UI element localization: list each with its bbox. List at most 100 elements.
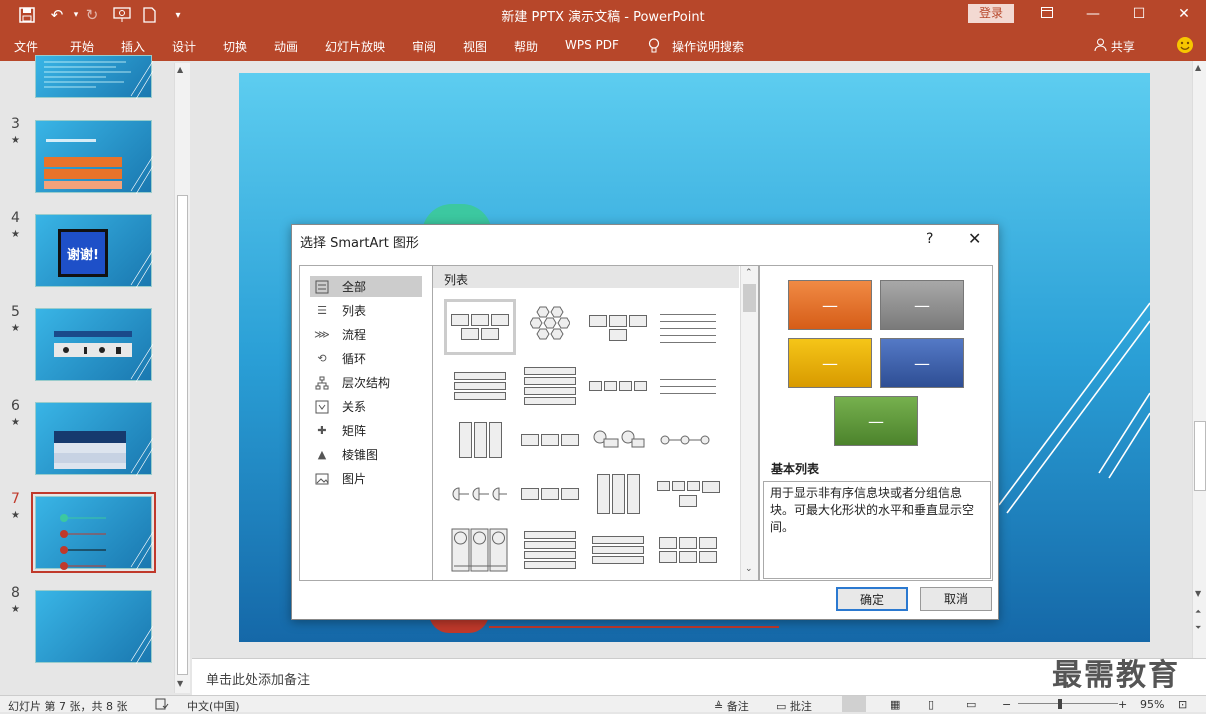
slide-number-3: 3 bbox=[11, 116, 20, 132]
zoom-level[interactable]: 95% bbox=[1140, 698, 1164, 711]
smiley-icon[interactable] bbox=[1176, 36, 1194, 57]
zoom-in-icon[interactable]: + bbox=[1118, 698, 1127, 711]
help-button[interactable]: ? bbox=[926, 231, 933, 247]
layout-basic-list[interactable] bbox=[444, 299, 516, 355]
scrollbar-thumb[interactable] bbox=[177, 195, 188, 675]
layout-detailed-list[interactable] bbox=[585, 524, 651, 576]
slide-sorter-icon[interactable]: ▦ bbox=[890, 698, 900, 711]
slide-thumbnail-8[interactable] bbox=[35, 590, 154, 665]
zoom-slider-thumb[interactable] bbox=[1058, 699, 1062, 709]
scrollbar-thumb[interactable] bbox=[743, 284, 756, 312]
layout-grouped-boxes[interactable] bbox=[655, 468, 721, 520]
slide-thumbnail-3[interactable] bbox=[35, 120, 154, 195]
ribbon-tabs: 文件 开始 插入 设计 切换 动画 幻灯片放映 审阅 视图 帮助 WPS PDF… bbox=[0, 30, 1206, 61]
ribbon-display-icon[interactable] bbox=[1032, 4, 1062, 24]
close-icon[interactable]: ✕ bbox=[968, 229, 981, 248]
scroll-up-icon[interactable]: ▲ bbox=[177, 65, 183, 74]
layout-preview: — — — — — 基本列表 用于显示非有序信息块或者分组信息块。可最大化形状的… bbox=[759, 265, 993, 581]
share-button[interactable]: 共享 bbox=[1094, 38, 1135, 55]
category-matrix[interactable]: ✚ 矩阵 bbox=[310, 420, 422, 441]
tab-file[interactable]: 文件 bbox=[14, 38, 38, 55]
slide-thumbnail-4[interactable]: 谢谢! bbox=[35, 214, 153, 288]
fit-to-window-icon[interactable]: ⊡ bbox=[1178, 698, 1187, 711]
layout-lined-list[interactable] bbox=[655, 302, 721, 354]
slide-thumbnail-6[interactable] bbox=[35, 402, 154, 477]
category-pyramid[interactable]: ▲ 棱锥图 bbox=[310, 444, 422, 465]
cancel-button[interactable]: 取消 bbox=[920, 587, 992, 611]
spell-check-icon[interactable] bbox=[155, 698, 169, 713]
scroll-up-icon[interactable]: ⌃ bbox=[745, 268, 753, 278]
comments-label: 批注 bbox=[789, 700, 812, 713]
layout-vertical-stacked-boxes[interactable] bbox=[585, 468, 651, 520]
tab-design[interactable]: 设计 bbox=[172, 38, 196, 55]
layout-circle-picture-list[interactable] bbox=[447, 524, 513, 576]
thumbnail-scrollbar[interactable]: ▲ ▼ bbox=[174, 63, 190, 693]
category-list-type[interactable]: ☰ 列表 bbox=[310, 300, 422, 321]
category-label: 循环 bbox=[342, 352, 367, 366]
reading-view-icon[interactable]: ▯ bbox=[928, 698, 934, 711]
next-slide-icon[interactable]: ⏷ bbox=[1195, 623, 1201, 633]
tab-insert[interactable]: 插入 bbox=[121, 38, 145, 55]
scroll-down-icon[interactable]: ▼ bbox=[177, 679, 183, 688]
category-process[interactable]: ⋙ 流程 bbox=[310, 324, 422, 345]
scrollbar-thumb[interactable] bbox=[1194, 421, 1206, 491]
category-cycle[interactable]: ⟲ 循环 bbox=[310, 348, 422, 369]
minimize-icon[interactable]: — bbox=[1078, 4, 1108, 24]
layout-hexagon-list[interactable] bbox=[517, 302, 583, 354]
slide-thumbnail-2[interactable] bbox=[35, 55, 154, 100]
layout-vertical-bullet-list[interactable] bbox=[517, 360, 583, 412]
layout-arrow-box-list[interactable] bbox=[517, 468, 583, 520]
slide-number-6: 6 bbox=[11, 398, 20, 414]
tab-animations[interactable]: 动画 bbox=[274, 38, 298, 55]
tab-review[interactable]: 审阅 bbox=[412, 38, 436, 55]
category-label: 全部 bbox=[342, 280, 367, 294]
category-relationship[interactable]: 关系 bbox=[310, 396, 422, 417]
scroll-up-icon[interactable]: ▲ bbox=[1195, 63, 1201, 72]
previous-slide-icon[interactable]: ⏶ bbox=[1195, 607, 1201, 617]
category-picture[interactable]: 图片 bbox=[310, 468, 422, 489]
layout-stacked-bars[interactable] bbox=[447, 360, 513, 412]
login-button[interactable]: 登录 bbox=[968, 4, 1014, 23]
normal-view-icon[interactable] bbox=[842, 696, 866, 712]
slide-number-5: 5 bbox=[11, 304, 20, 320]
layout-circle-list[interactable] bbox=[585, 414, 651, 466]
preview-shape-gold: — bbox=[788, 338, 872, 388]
scroll-down-icon[interactable]: ▼ bbox=[1195, 589, 1201, 598]
tab-home[interactable]: 开始 bbox=[70, 38, 94, 55]
layout-offset-boxes[interactable] bbox=[655, 524, 721, 576]
process-icon: ⋙ bbox=[314, 328, 330, 341]
category-hierarchy[interactable]: 层次结构 bbox=[310, 372, 422, 393]
layout-table-list[interactable] bbox=[585, 360, 651, 412]
animation-star-icon: ★ bbox=[11, 417, 20, 428]
layout-vertical-box-list[interactable] bbox=[447, 414, 513, 466]
maximize-icon[interactable]: ☐ bbox=[1124, 4, 1154, 24]
category-label: 层次结构 bbox=[342, 376, 391, 390]
tab-transitions[interactable]: 切换 bbox=[223, 38, 247, 55]
tell-me-search[interactable]: 操作说明搜索 bbox=[672, 38, 744, 55]
layout-half-circle-list[interactable] bbox=[447, 468, 513, 520]
layout-tab-list[interactable] bbox=[517, 524, 583, 576]
close-icon[interactable]: ✕ bbox=[1169, 4, 1199, 24]
layout-grouped-list[interactable] bbox=[585, 302, 651, 354]
slideshow-view-icon[interactable]: ▭ bbox=[966, 698, 976, 711]
tab-slideshow[interactable]: 幻灯片放映 bbox=[325, 38, 385, 55]
layout-picture-caption-list[interactable] bbox=[517, 414, 583, 466]
zoom-out-icon[interactable]: − bbox=[1002, 698, 1011, 711]
list-icon: ☰ bbox=[317, 304, 327, 317]
picture-icon bbox=[314, 472, 330, 486]
slide-thumbnail-7[interactable] bbox=[31, 492, 156, 573]
zoom-slider[interactable] bbox=[1018, 703, 1118, 704]
tab-view[interactable]: 视图 bbox=[463, 38, 487, 55]
layout-circle-line-list[interactable] bbox=[655, 414, 721, 466]
canvas-scrollbar[interactable]: ▲ ▼ ⏶ ⏷ bbox=[1192, 61, 1206, 658]
slide-decor-lines bbox=[999, 302, 1150, 514]
scroll-down-icon[interactable]: ⌄ bbox=[745, 564, 753, 574]
layout-horizontal-bullet-list[interactable] bbox=[655, 360, 721, 412]
tab-wps-pdf[interactable]: WPS PDF bbox=[565, 38, 619, 52]
category-all[interactable]: 全部 bbox=[310, 276, 422, 297]
tab-help[interactable]: 帮助 bbox=[514, 38, 538, 55]
slide-thumbnail-5[interactable] bbox=[35, 308, 154, 383]
ok-button[interactable]: 确定 bbox=[836, 587, 908, 611]
gallery-scrollbar[interactable]: ⌃ ⌄ bbox=[740, 266, 758, 580]
preview-description: 用于显示非有序信息块或者分组信息块。可最大化形状的水平和垂直显示空间。 bbox=[763, 481, 991, 579]
